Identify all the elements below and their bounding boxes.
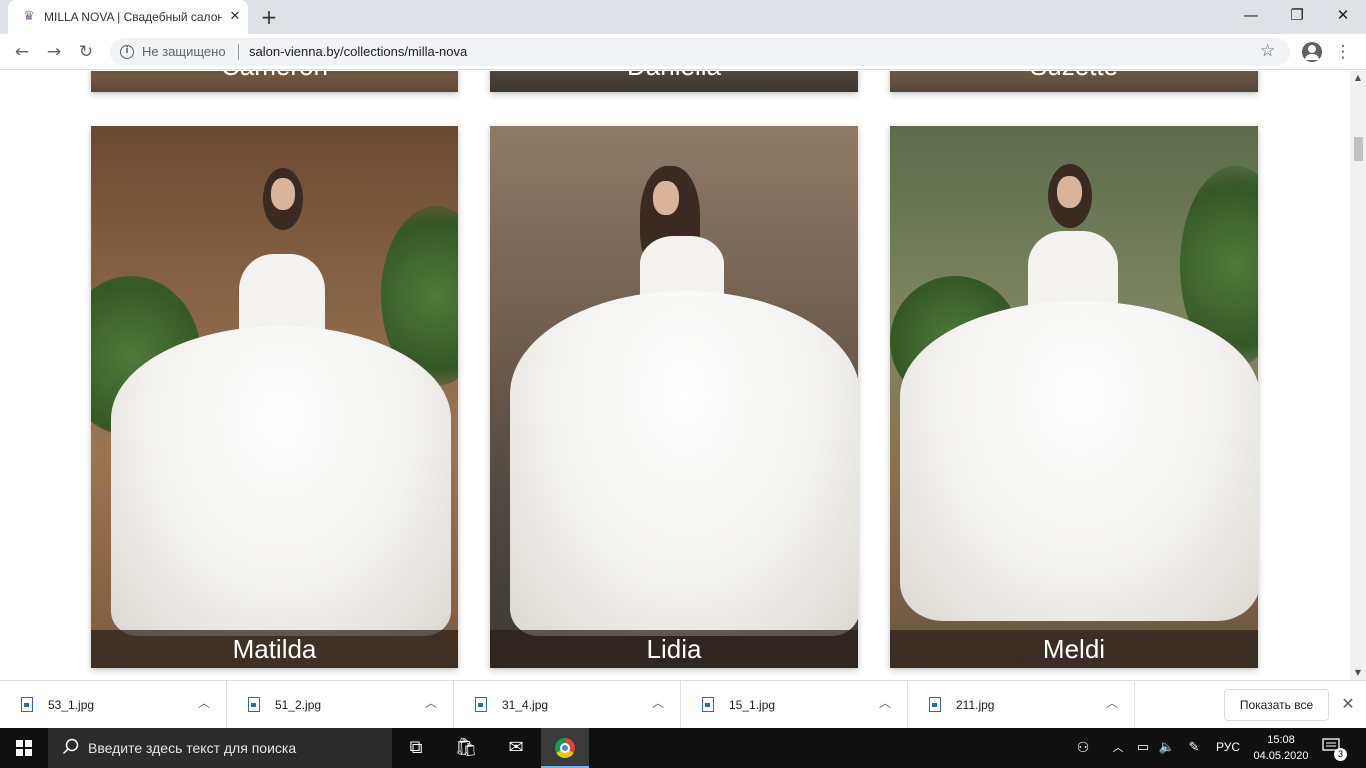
url-text[interactable]: salon-vienna.by/collections/milla-nova bbox=[249, 44, 467, 59]
image-file-icon bbox=[21, 697, 33, 712]
tab-bar: ♛ MILLA NOVA | Свадебный салон ✕ + — ❐ ✕ bbox=[0, 0, 1366, 34]
dress-skirt bbox=[510, 291, 858, 636]
close-window-button[interactable]: ✕ bbox=[1320, 0, 1366, 30]
chevron-up-icon[interactable]: ︿ bbox=[1104, 695, 1120, 711]
pen-icon[interactable]: ✎ bbox=[1183, 728, 1205, 768]
model-face bbox=[653, 181, 679, 215]
dress-skirt bbox=[111, 326, 451, 636]
omnibox-separator bbox=[238, 44, 239, 60]
chevron-up-icon[interactable]: ︿ bbox=[423, 695, 439, 711]
system-clock[interactable]: 15:08 04.05.2020 bbox=[1251, 732, 1311, 764]
scroll-thumb[interactable] bbox=[1354, 137, 1363, 161]
task-view-icon[interactable]: ⧉ bbox=[392, 728, 440, 768]
bookmark-star-icon[interactable]: ☆ bbox=[1260, 41, 1275, 61]
product-name[interactable]: Cameron bbox=[91, 71, 458, 92]
model-face bbox=[271, 178, 295, 210]
site-favicon-icon: ♛ bbox=[23, 9, 35, 24]
chevron-up-icon[interactable]: ︿ bbox=[650, 695, 666, 711]
page-content: Cameron Daniella Suzette Matilda Lidia M… bbox=[0, 71, 1350, 680]
volume-icon[interactable]: 🔈 bbox=[1156, 728, 1178, 768]
address-bar[interactable]: i Не защищено salon-vienna.by/collection… bbox=[110, 38, 1290, 66]
profile-avatar-icon[interactable] bbox=[1302, 42, 1322, 62]
new-tab-button[interactable]: + bbox=[258, 6, 280, 28]
product-name[interactable]: Meldi bbox=[890, 630, 1258, 668]
security-status[interactable]: Не защищено bbox=[142, 44, 226, 59]
notification-count-badge: 3 bbox=[1334, 748, 1347, 761]
forward-button[interactable]: → bbox=[41, 39, 67, 65]
search-icon bbox=[62, 738, 79, 755]
download-item[interactable]: 51_2.jpg ︿ bbox=[227, 681, 454, 729]
product-card-lidia[interactable]: Lidia bbox=[490, 126, 858, 668]
tab-title: MILLA NOVA | Свадебный салон bbox=[44, 10, 222, 24]
input-language[interactable]: РУС bbox=[1216, 740, 1240, 754]
download-filename[interactable]: 15_1.jpg bbox=[729, 698, 775, 712]
download-shelf: 53_1.jpg ︿ 51_2.jpg ︿ 31_4.jpg ︿ 15_1.jp… bbox=[0, 680, 1366, 729]
product-card-meldi[interactable]: Meldi bbox=[890, 126, 1258, 668]
product-card[interactable]: Cameron bbox=[91, 71, 458, 92]
chrome-logo-icon bbox=[555, 738, 575, 758]
product-name[interactable]: Lidia bbox=[490, 630, 858, 668]
download-filename[interactable]: 31_4.jpg bbox=[502, 698, 548, 712]
download-filename[interactable]: 53_1.jpg bbox=[48, 698, 94, 712]
browser-toolbar: ← → ↻ i Не защищено salon-vienna.by/coll… bbox=[0, 34, 1366, 70]
show-all-downloads-button[interactable]: Показать все bbox=[1224, 689, 1329, 721]
notification-center-icon[interactable]: 3 bbox=[1322, 738, 1347, 761]
image-file-icon bbox=[702, 697, 714, 712]
image-file-icon bbox=[475, 697, 487, 712]
product-name[interactable]: Matilda bbox=[91, 630, 458, 668]
menu-icon[interactable]: ⋮ bbox=[1330, 39, 1356, 65]
info-icon[interactable]: i bbox=[120, 45, 134, 59]
windows-logo-icon bbox=[16, 740, 32, 756]
download-item[interactable]: 15_1.jpg ︿ bbox=[681, 681, 908, 729]
search-placeholder[interactable]: Введите здесь текст для поиска bbox=[88, 740, 296, 756]
chevron-up-icon[interactable]: ︿ bbox=[196, 695, 212, 711]
mail-icon[interactable]: ✉ bbox=[492, 728, 540, 768]
clock-time: 15:08 bbox=[1267, 734, 1295, 746]
chevron-up-icon[interactable]: ︿ bbox=[1108, 728, 1128, 768]
scroll-down-arrow-icon[interactable]: ▼ bbox=[1350, 666, 1366, 680]
product-card[interactable]: Daniella bbox=[490, 71, 858, 92]
battery-icon[interactable]: ▭ bbox=[1132, 728, 1154, 768]
minimize-button[interactable]: — bbox=[1228, 0, 1274, 30]
product-name[interactable]: Daniella bbox=[490, 71, 858, 92]
taskbar-search-box[interactable]: Введите здесь текст для поиска bbox=[48, 728, 392, 768]
image-file-icon bbox=[929, 697, 941, 712]
reload-button[interactable]: ↻ bbox=[73, 39, 99, 65]
model-face bbox=[1057, 176, 1082, 208]
page-scrollbar[interactable]: ▲ ▼ bbox=[1350, 71, 1366, 680]
tab-close-icon[interactable]: ✕ bbox=[226, 8, 244, 26]
people-icon[interactable]: ⚇ bbox=[1072, 728, 1094, 768]
restore-button[interactable]: ❐ bbox=[1274, 0, 1320, 30]
start-button[interactable] bbox=[0, 728, 48, 768]
back-button[interactable]: ← bbox=[9, 39, 35, 65]
close-icon[interactable]: ✕ bbox=[1338, 693, 1358, 715]
chevron-up-icon[interactable]: ︿ bbox=[877, 695, 893, 711]
browser-tab[interactable]: ♛ MILLA NOVA | Свадебный салон ✕ bbox=[8, 0, 248, 34]
windows-taskbar: Введите здесь текст для поиска ⧉ 🛍 ✉ ⚇ ︿… bbox=[0, 728, 1366, 768]
download-item[interactable]: 31_4.jpg ︿ bbox=[454, 681, 681, 729]
download-filename[interactable]: 51_2.jpg bbox=[275, 698, 321, 712]
chrome-app-icon[interactable] bbox=[541, 728, 589, 768]
clock-date: 04.05.2020 bbox=[1253, 750, 1309, 762]
download-item[interactable]: 211.jpg ︿ bbox=[908, 681, 1135, 729]
dress-skirt bbox=[900, 301, 1258, 621]
image-file-icon bbox=[248, 697, 260, 712]
product-card[interactable]: Suzette bbox=[890, 71, 1258, 92]
product-name[interactable]: Suzette bbox=[890, 71, 1258, 92]
scroll-up-arrow-icon[interactable]: ▲ bbox=[1350, 71, 1366, 85]
download-item[interactable]: 53_1.jpg ︿ bbox=[0, 681, 227, 729]
download-filename[interactable]: 211.jpg bbox=[956, 698, 994, 712]
store-icon[interactable]: 🛍 bbox=[442, 728, 490, 768]
product-card-matilda[interactable]: Matilda bbox=[91, 126, 458, 668]
